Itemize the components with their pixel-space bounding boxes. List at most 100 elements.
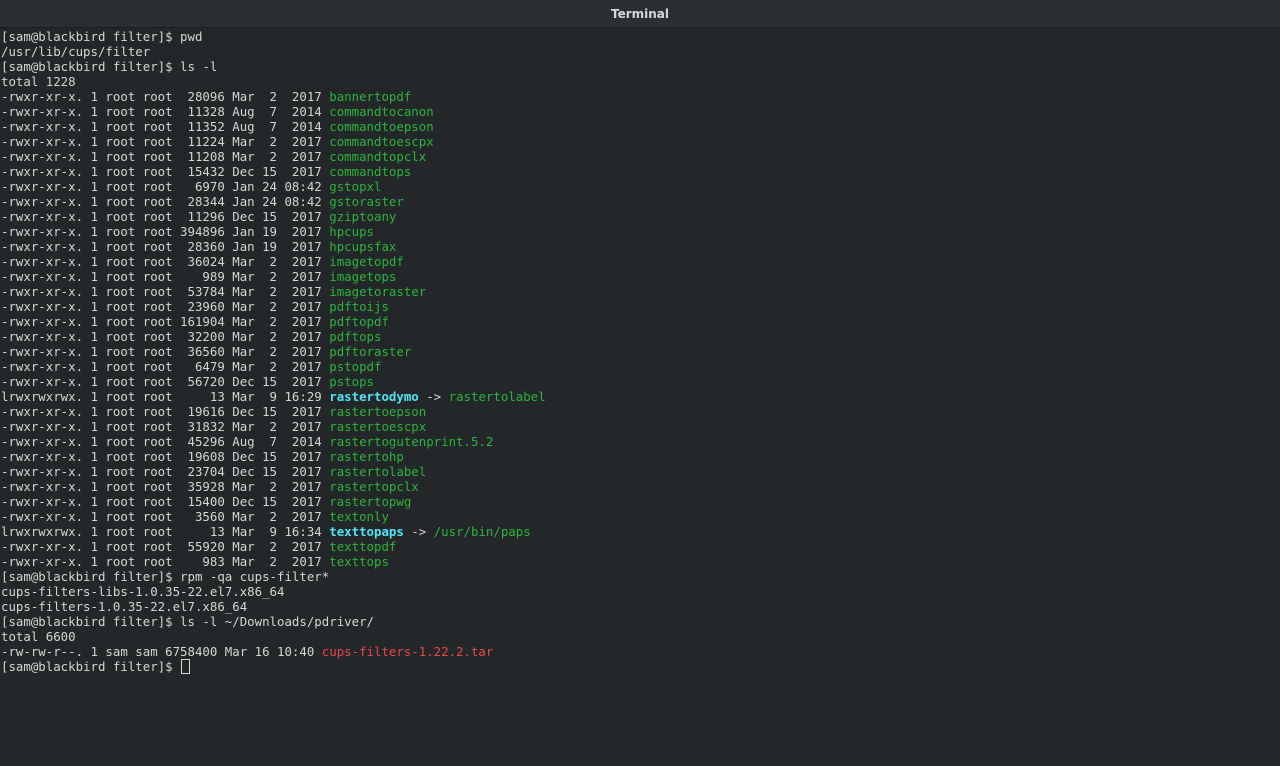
terminal-line: -rwxr-xr-x. 1 root root 56720 Dec 15 201…	[1, 374, 1280, 389]
terminal-text: ->	[418, 389, 449, 404]
terminal-lines: [sam@blackbird filter]$ pwd/usr/lib/cups…	[1, 29, 1280, 659]
terminal-line: -rwxr-xr-x. 1 root root 11296 Dec 15 201…	[1, 209, 1280, 224]
terminal-line: -rwxr-xr-x. 1 root root 35928 Mar 2 2017…	[1, 479, 1280, 494]
terminal-text: -rwxr-xr-x. 1 root root 45296 Aug 7 2014	[1, 434, 330, 449]
terminal-text: lrwxrwxrwx. 1 root root 13 Mar 9 16:34	[1, 524, 330, 539]
terminal-text: -rwxr-xr-x. 1 root root 28360 Jan 19 201…	[1, 239, 330, 254]
executable-name: imagetops	[329, 269, 397, 284]
terminal-line: -rwxr-xr-x. 1 root root 6479 Mar 2 2017 …	[1, 359, 1280, 374]
executable-name: rastertopclx	[329, 479, 419, 494]
terminal-text: -rwxr-xr-x. 1 root root 28344 Jan 24 08:…	[1, 194, 330, 209]
terminal-text: -rwxr-xr-x. 1 root root 161904 Mar 2 201…	[1, 314, 330, 329]
terminal-line: total 1228	[1, 74, 1280, 89]
terminal-text: -rwxr-xr-x. 1 root root 11296 Dec 15 201…	[1, 209, 330, 224]
terminal-line: -rwxr-xr-x. 1 root root 989 Mar 2 2017 i…	[1, 269, 1280, 284]
terminal-line: -rwxr-xr-x. 1 root root 36560 Mar 2 2017…	[1, 344, 1280, 359]
terminal-line: -rwxr-xr-x. 1 root root 3560 Mar 2 2017 …	[1, 509, 1280, 524]
executable-name: commandtopclx	[329, 149, 427, 164]
terminal-line: total 6600	[1, 629, 1280, 644]
executable-name: texttopdf	[329, 539, 397, 554]
executable-name: commandtops	[329, 164, 412, 179]
terminal-text: -rwxr-xr-x. 1 root root 11208 Mar 2 2017	[1, 149, 330, 164]
executable-name: commandtoepson	[329, 119, 434, 134]
terminal-text: -rwxr-xr-x. 1 root root 36024 Mar 2 2017	[1, 254, 330, 269]
terminal-line: -rwxr-xr-x. 1 root root 15400 Dec 15 201…	[1, 494, 1280, 509]
terminal-line: -rwxr-xr-x. 1 root root 6970 Jan 24 08:4…	[1, 179, 1280, 194]
terminal-text: -rwxr-xr-x. 1 root root 31832 Mar 2 2017	[1, 419, 330, 434]
terminal-text: -rwxr-xr-x. 1 root root 11352 Aug 7 2014	[1, 119, 330, 134]
executable-name: rastertoepson	[329, 404, 427, 419]
executable-name: pstops	[329, 374, 374, 389]
terminal-prompt: [sam@blackbird filter]$	[1, 659, 181, 674]
terminal-line: -rwxr-xr-x. 1 root root 36024 Mar 2 2017…	[1, 254, 1280, 269]
executable-name: imagetoraster	[329, 284, 427, 299]
executable-name: pdftoraster	[329, 344, 412, 359]
executable-name: rastertolabel	[329, 464, 427, 479]
terminal-text: total 6600	[1, 629, 76, 644]
archive-name: cups-filters-1.22.2.tar	[321, 644, 494, 659]
terminal-text: -rwxr-xr-x. 1 root root 6970 Jan 24 08:4…	[1, 179, 330, 194]
terminal-line: [sam@blackbird filter]$ pwd	[1, 29, 1280, 44]
executable-name: imagetopdf	[329, 254, 404, 269]
terminal-text: -rwxr-xr-x. 1 root root 11328 Aug 7 2014	[1, 104, 330, 119]
terminal-text: [sam@blackbird filter]$ ls -l	[1, 59, 218, 74]
terminal-line: -rwxr-xr-x. 1 root root 31832 Mar 2 2017…	[1, 419, 1280, 434]
executable-name: rastertogutenprint.5.2	[329, 434, 494, 449]
terminal-line: -rwxr-xr-x. 1 root root 15432 Dec 15 201…	[1, 164, 1280, 179]
executable-name: rastertolabel	[448, 389, 546, 404]
terminal-text: -rwxr-xr-x. 1 root root 15432 Dec 15 201…	[1, 164, 330, 179]
executable-name: gstoraster	[329, 194, 404, 209]
terminal-text: [sam@blackbird filter]$ pwd	[1, 29, 203, 44]
terminal-text: -rwxr-xr-x. 1 root root 23960 Mar 2 2017	[1, 299, 330, 314]
window-titlebar[interactable]: Terminal	[0, 0, 1280, 28]
terminal-text: -rwxr-xr-x. 1 root root 989 Mar 2 2017	[1, 269, 330, 284]
executable-name: hpcups	[329, 224, 374, 239]
terminal-line: -rwxr-xr-x. 1 root root 53784 Mar 2 2017…	[1, 284, 1280, 299]
terminal-line: -rwxr-xr-x. 1 root root 28360 Jan 19 201…	[1, 239, 1280, 254]
terminal-text: /usr/lib/cups/filter	[1, 44, 151, 59]
terminal-line: -rwxr-xr-x. 1 root root 28344 Jan 24 08:…	[1, 194, 1280, 209]
terminal-line: lrwxrwxrwx. 1 root root 13 Mar 9 16:29 r…	[1, 389, 1280, 404]
executable-name: rastertoescpx	[329, 419, 427, 434]
terminal-output[interactable]: [sam@blackbird filter]$ pwd/usr/lib/cups…	[1, 28, 1280, 766]
terminal-line: -rwxr-xr-x. 1 root root 28096 Mar 2 2017…	[1, 89, 1280, 104]
executable-name: hpcupsfax	[329, 239, 397, 254]
executable-name: gziptoany	[329, 209, 397, 224]
terminal-line: /usr/lib/cups/filter	[1, 44, 1280, 59]
terminal-text: -rwxr-xr-x. 1 root root 36560 Mar 2 2017	[1, 344, 330, 359]
terminal-text: cups-filters-libs-1.0.35-22.el7.x86_64	[1, 584, 285, 599]
terminal-text: ->	[403, 524, 434, 539]
terminal-line: -rwxr-xr-x. 1 root root 55920 Mar 2 2017…	[1, 539, 1280, 554]
terminal-prompt-line[interactable]: [sam@blackbird filter]$	[1, 659, 1280, 674]
terminal-line: lrwxrwxrwx. 1 root root 13 Mar 9 16:34 t…	[1, 524, 1280, 539]
executable-name: pdftoijs	[329, 299, 389, 314]
terminal-line: -rwxr-xr-x. 1 root root 23704 Dec 15 201…	[1, 464, 1280, 479]
executable-name: bannertopdf	[329, 89, 412, 104]
terminal-text: [sam@blackbird filter]$ ls -l ~/Download…	[1, 614, 374, 629]
executable-name: gstopxl	[329, 179, 382, 194]
terminal-text: -rwxr-xr-x. 1 root root 11224 Mar 2 2017	[1, 134, 330, 149]
terminal-line: -rwxr-xr-x. 1 root root 32200 Mar 2 2017…	[1, 329, 1280, 344]
terminal-text: -rwxr-xr-x. 1 root root 55920 Mar 2 2017	[1, 539, 330, 554]
executable-name: commandtoescpx	[329, 134, 434, 149]
terminal-line: -rwxr-xr-x. 1 root root 11328 Aug 7 2014…	[1, 104, 1280, 119]
terminal-text: -rwxr-xr-x. 1 root root 15400 Dec 15 201…	[1, 494, 330, 509]
terminal-text: lrwxrwxrwx. 1 root root 13 Mar 9 16:29	[1, 389, 330, 404]
terminal-line: [sam@blackbird filter]$ ls -l	[1, 59, 1280, 74]
executable-name: pstopdf	[329, 359, 382, 374]
terminal-line: -rwxr-xr-x. 1 root root 19616 Dec 15 201…	[1, 404, 1280, 419]
terminal-text: -rwxr-xr-x. 1 root root 32200 Mar 2 2017	[1, 329, 330, 344]
terminal-text: -rwxr-xr-x. 1 root root 394896 Jan 19 20…	[1, 224, 330, 239]
terminal-text: -rwxr-xr-x. 1 root root 983 Mar 2 2017	[1, 554, 330, 569]
terminal-text: -rwxr-xr-x. 1 root root 19608 Dec 15 201…	[1, 449, 330, 464]
executable-name: commandtocanon	[329, 104, 434, 119]
executable-name: rastertopwg	[329, 494, 412, 509]
terminal-line: -rwxr-xr-x. 1 root root 23960 Mar 2 2017…	[1, 299, 1280, 314]
terminal-text: -rw-rw-r--. 1 sam sam 6758400 Mar 16 10:…	[1, 644, 322, 659]
terminal-text: -rwxr-xr-x. 1 root root 19616 Dec 15 201…	[1, 404, 330, 419]
terminal-line: -rwxr-xr-x. 1 root root 983 Mar 2 2017 t…	[1, 554, 1280, 569]
terminal-line: -rw-rw-r--. 1 sam sam 6758400 Mar 16 10:…	[1, 644, 1280, 659]
terminal-text: [sam@blackbird filter]$ rpm -qa cups-fil…	[1, 569, 330, 584]
terminal-line: [sam@blackbird filter]$ ls -l ~/Download…	[1, 614, 1280, 629]
terminal-line: -rwxr-xr-x. 1 root root 11208 Mar 2 2017…	[1, 149, 1280, 164]
